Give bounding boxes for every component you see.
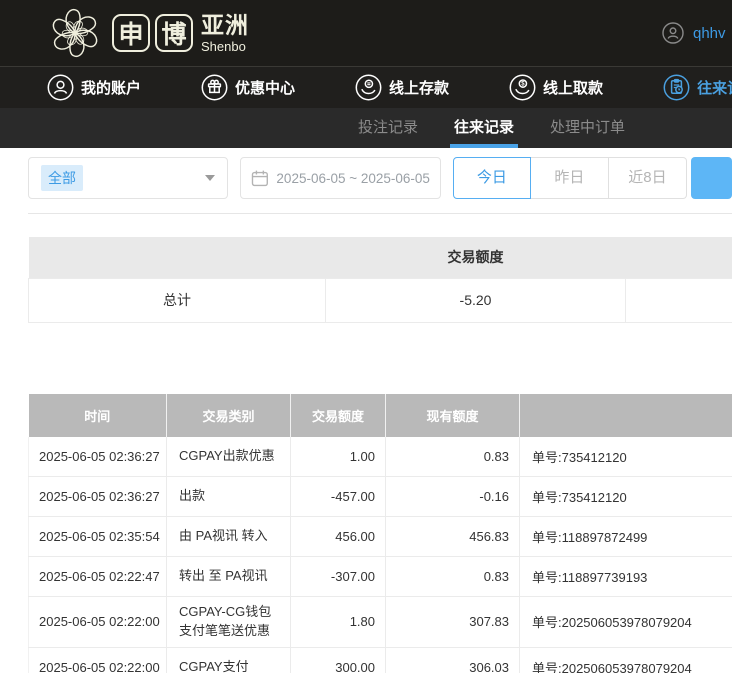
nav-item-online-withdraw[interactable]: $ 线上取款 xyxy=(509,74,603,101)
quick-btn-yesterday[interactable]: 昨日 xyxy=(531,157,609,199)
brand-logo: 申 博 亚洲 Shenbo xyxy=(46,4,249,62)
cell-type: CGPAY-CG钱包支付笔笔送优惠 xyxy=(167,597,291,648)
cell-type: 由 PA视讯 转入 xyxy=(167,517,291,557)
summary-header-empty xyxy=(626,237,732,278)
calendar-icon xyxy=(251,169,269,187)
summary-header-row: 交易额度 xyxy=(29,237,732,278)
transactions-header-row: 时间 交易类别 交易额度 现有额度 摘要 xyxy=(29,394,732,437)
app-header: 申 博 亚洲 Shenbo qhhv xyxy=(0,0,732,66)
deposit-icon xyxy=(355,74,382,101)
col-header-type: 交易类别 xyxy=(167,394,291,437)
table-row: 2025-06-05 02:36:27 出款 -457.00 -0.16 单号:… xyxy=(29,477,732,517)
filter-row: 全部 2025-06-05 ~ 2025-06-05 今日 昨日 近8日 xyxy=(28,157,732,199)
quick-date-group: 今日 昨日 近8日 xyxy=(453,157,687,199)
cell-time: 2025-06-05 02:22:00 xyxy=(29,647,167,673)
cell-type: 出款 xyxy=(167,477,291,517)
table-row: 2025-06-05 02:36:27 CGPAY出款优惠 1.00 0.83 … xyxy=(29,437,732,477)
tab-transaction-records[interactable]: 往来记录 xyxy=(454,108,514,148)
nav-item-online-deposit[interactable]: 线上存款 xyxy=(355,74,449,101)
nav-item-my-account[interactable]: 我的账户 xyxy=(47,74,141,101)
summary-total-value: -5.20 xyxy=(326,278,626,322)
flower-logo-icon xyxy=(46,4,104,62)
nav-label: 线上取款 xyxy=(543,77,603,98)
user-icon xyxy=(47,74,74,101)
cell-amount: 1.80 xyxy=(291,597,386,648)
cell-note: 单号:202506053978079204 xyxy=(520,597,732,648)
cell-balance: 0.83 xyxy=(386,557,520,597)
date-range-input[interactable]: 2025-06-05 ~ 2025-06-05 xyxy=(240,157,441,199)
table-row: 2025-06-05 02:22:00 CGPAY-CG钱包支付笔笔送优惠 1.… xyxy=(29,597,732,648)
cell-amount: -457.00 xyxy=(291,477,386,517)
cell-note: 单号:118897872499 xyxy=(520,517,732,557)
cell-type: CGPAY支付 xyxy=(167,647,291,673)
cell-note: 单号:202506053978079204 xyxy=(520,647,732,673)
table-row: 2025-06-05 02:22:47 转出 至 PA视讯 -307.00 0.… xyxy=(29,557,732,597)
section-divider xyxy=(28,213,732,214)
cell-type: 转出 至 PA视讯 xyxy=(167,557,291,597)
type-select-value: 全部 xyxy=(41,165,83,191)
col-header-amount: 交易额度 xyxy=(291,394,386,437)
nav-label: 我的账户 xyxy=(81,77,141,98)
cell-note: 单号:735412120 xyxy=(520,477,732,517)
tab-pending-orders[interactable]: 处理中订单 xyxy=(550,108,625,148)
summary-header-amount: 交易额度 xyxy=(326,237,626,278)
summary-total-label: 总计 xyxy=(29,278,326,322)
nav-item-transaction-records[interactable]: 往来记录 xyxy=(663,74,732,101)
cell-amount: 1.00 xyxy=(291,437,386,477)
withdraw-icon: $ xyxy=(509,74,536,101)
cell-balance: 306.03 xyxy=(386,647,520,673)
cell-time: 2025-06-05 02:22:00 xyxy=(29,597,167,648)
brand-subtitle: Shenbo xyxy=(201,40,249,53)
cell-note: 单号:118897739193 xyxy=(520,557,732,597)
summary-total-row: 总计 -5.20 xyxy=(29,278,732,322)
cell-balance: 456.83 xyxy=(386,517,520,557)
query-button[interactable] xyxy=(691,157,732,199)
logo-box-shen: 申 xyxy=(112,14,150,52)
user-avatar-icon xyxy=(662,22,684,44)
date-range-value: 2025-06-05 ~ 2025-06-05 xyxy=(276,171,430,186)
quick-btn-today[interactable]: 今日 xyxy=(453,157,531,199)
tab-betting-records[interactable]: 投注记录 xyxy=(358,108,418,148)
summary-header-empty xyxy=(29,237,326,278)
records-icon xyxy=(663,74,690,101)
gift-icon xyxy=(201,74,228,101)
main-nav: 我的账户 优惠中心 线上存款 $ 线上取款 xyxy=(0,66,732,108)
record-tabs: 投注记录 往来记录 处理中订单 xyxy=(0,108,732,148)
cell-amount: -307.00 xyxy=(291,557,386,597)
col-header-time: 时间 xyxy=(29,394,167,437)
summary-table: 交易额度 总计 -5.20 xyxy=(28,237,732,323)
cell-time: 2025-06-05 02:36:27 xyxy=(29,437,167,477)
cell-balance: -0.16 xyxy=(386,477,520,517)
summary-empty-cell xyxy=(626,278,732,322)
brand-region: 亚洲 xyxy=(201,14,249,37)
nav-item-promotions[interactable]: 优惠中心 xyxy=(201,74,295,101)
col-header-balance: 现有额度 xyxy=(386,394,520,437)
cell-time: 2025-06-05 02:35:54 xyxy=(29,517,167,557)
cell-balance: 0.83 xyxy=(386,437,520,477)
table-row: 2025-06-05 02:22:00 CGPAY支付 300.00 306.0… xyxy=(29,647,732,673)
cell-balance: 307.83 xyxy=(386,597,520,648)
transactions-table: 时间 交易类别 交易额度 现有额度 摘要 2025-06-05 02:36:27… xyxy=(28,394,732,673)
chevron-down-icon xyxy=(205,175,215,181)
username[interactable]: qhhv xyxy=(693,25,726,42)
table-row: 2025-06-05 02:35:54 由 PA视讯 转入 456.00 456… xyxy=(29,517,732,557)
quick-btn-last8days[interactable]: 近8日 xyxy=(609,157,687,199)
cell-type: CGPAY出款优惠 xyxy=(167,437,291,477)
logo-box-bo: 博 xyxy=(155,14,193,52)
nav-label: 往来记录 xyxy=(697,77,732,98)
cell-time: 2025-06-05 02:22:47 xyxy=(29,557,167,597)
nav-label: 线上存款 xyxy=(389,77,449,98)
cell-note: 单号:735412120 xyxy=(520,437,732,477)
cell-time: 2025-06-05 02:36:27 xyxy=(29,477,167,517)
type-select[interactable]: 全部 xyxy=(28,157,228,199)
transactions-body: 2025-06-05 02:36:27 CGPAY出款优惠 1.00 0.83 … xyxy=(29,437,732,673)
cell-amount: 456.00 xyxy=(291,517,386,557)
col-header-note: 摘要 xyxy=(520,394,732,437)
cell-amount: 300.00 xyxy=(291,647,386,673)
nav-label: 优惠中心 xyxy=(235,77,295,98)
